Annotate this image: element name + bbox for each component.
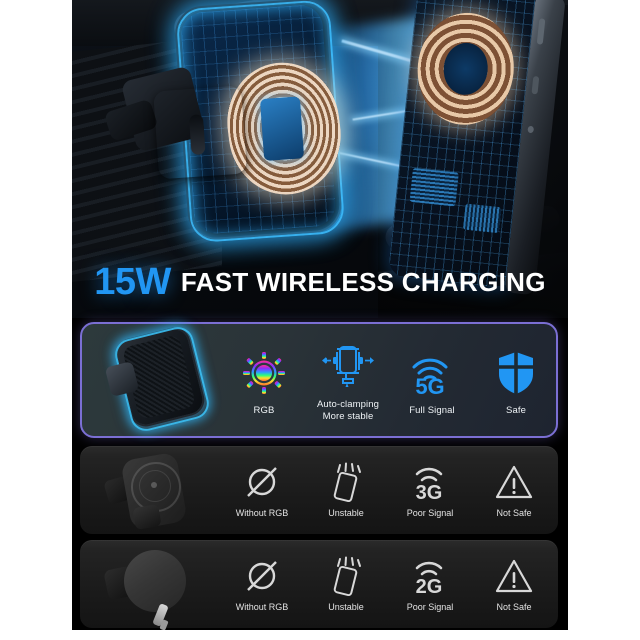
- feature-label: Without RGB: [235, 508, 289, 518]
- feature-label: Full Signal: [409, 404, 455, 416]
- feature-poor-signal: 3G Poor Signal: [388, 462, 472, 518]
- hero-charger-mount: [103, 0, 380, 261]
- comparison-product-image: [100, 450, 210, 532]
- comparison-feature-list: Without RGB: [220, 540, 556, 628]
- feature-not-safe: Not Safe: [472, 462, 556, 518]
- feature-label: Without RGB: [235, 602, 289, 612]
- feature-not-safe: Not Safe: [472, 556, 556, 612]
- feature-label: Poor Signal: [406, 508, 454, 518]
- unstable-phone-icon: [326, 556, 366, 596]
- shield-icon: [496, 348, 536, 398]
- comparison-feature-list: Without RGB: [220, 446, 556, 534]
- feature-unstable: Unstable: [304, 462, 388, 518]
- feature-safe: Safe: [474, 348, 558, 417]
- feature-rgb: RGB: [222, 348, 306, 417]
- signal-level-text: 5G: [415, 374, 444, 396]
- phone-chip: [462, 203, 502, 234]
- feature-without-rgb: Without RGB: [220, 556, 304, 612]
- signal-level-text: 3G: [416, 482, 443, 502]
- clamp-slot: [188, 114, 206, 156]
- highlight-panel: RGB Auto-clamping More stable 5G Full Si…: [80, 322, 558, 438]
- 2g-signal-icon: 2G: [406, 556, 454, 596]
- phone-chip: [409, 167, 459, 207]
- coil-core: [259, 96, 305, 162]
- product-marketing-image: 15W FAST WIRELESS CHARGING RGB Auto-clam…: [0, 0, 640, 640]
- comparison-row-disc: Without RGB Unstable 2G Poor Signal Not …: [80, 540, 558, 630]
- feature-without-rgb: Without RGB: [220, 462, 304, 518]
- feature-label: Unstable: [328, 508, 364, 518]
- warning-triangle-icon: [494, 556, 534, 596]
- mount-stand: [132, 503, 162, 531]
- feature-label: Auto-clamping More stable: [316, 398, 380, 422]
- disc-mount-body: [124, 550, 186, 612]
- feature-label: Not Safe: [496, 508, 532, 518]
- highlight-feature-list: RGB Auto-clamping More stable 5G Full Si…: [222, 324, 558, 440]
- headline-power: 15W: [94, 261, 171, 303]
- feature-label: RGB: [253, 404, 275, 416]
- rgb-sun-icon: [242, 348, 286, 398]
- image-content: 15W FAST WIRELESS CHARGING RGB Auto-clam…: [72, 0, 568, 630]
- headline: 15W FAST WIRELESS CHARGING: [72, 261, 568, 304]
- headline-text: FAST WIRELESS CHARGING: [180, 267, 546, 297]
- auto-clamping-icon: [319, 342, 377, 392]
- feature-poor-signal: 2G Poor Signal: [388, 556, 472, 612]
- no-rgb-icon: [243, 556, 281, 596]
- no-rgb-icon: [243, 462, 281, 502]
- highlight-product-image: [94, 323, 216, 438]
- signal-level-text: 2G: [416, 576, 443, 596]
- comparison-product-image: [100, 544, 210, 630]
- comparison-row-magsafe: Without RGB Unstable 3G Poor Signal Not …: [80, 446, 558, 534]
- 5g-signal-icon: 5G: [406, 348, 458, 398]
- mount-center-dot: [151, 482, 157, 488]
- unstable-phone-icon: [326, 462, 366, 502]
- feature-label: Poor Signal: [406, 602, 454, 612]
- warning-triangle-icon: [494, 462, 534, 502]
- hero-phone: [387, 0, 568, 303]
- feature-auto-clamping: Auto-clamping More stable: [306, 342, 390, 423]
- feature-label: Safe: [506, 404, 526, 416]
- 3g-signal-icon: 3G: [406, 462, 454, 502]
- feature-label: Not Safe: [496, 602, 532, 612]
- feature-label: Unstable: [328, 602, 364, 612]
- feature-full-signal: 5G Full Signal: [390, 348, 474, 417]
- hero-section: 15W FAST WIRELESS CHARGING: [72, 0, 568, 318]
- feature-unstable: Unstable: [304, 556, 388, 612]
